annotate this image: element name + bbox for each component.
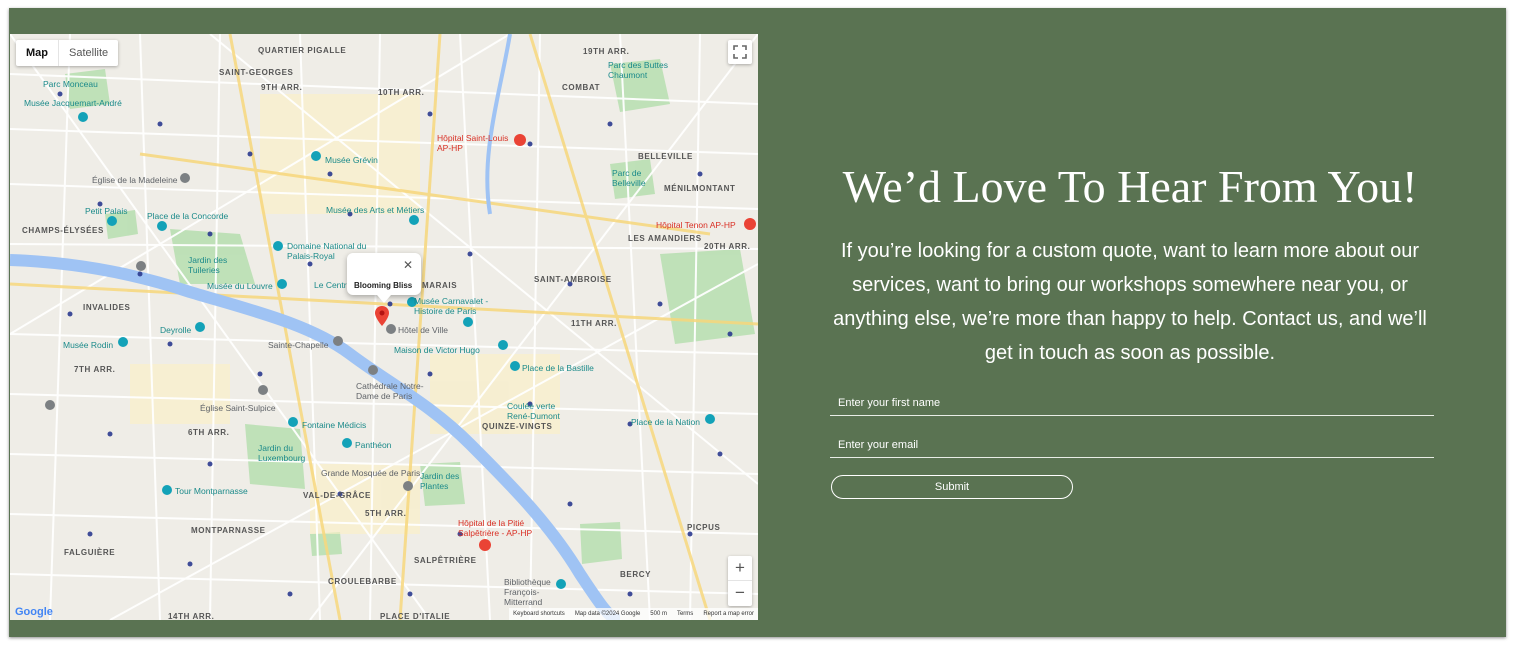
- map-tiles[interactable]: [10, 34, 758, 620]
- map-district-label: CROULEBARBE: [328, 577, 397, 586]
- terms-link[interactable]: Terms: [677, 611, 693, 617]
- fullscreen-icon: [733, 45, 747, 59]
- info-window-title: Blooming Bliss: [354, 281, 413, 290]
- map-district-label: 9TH ARR.: [261, 83, 303, 92]
- map-district-label: PICPUS: [687, 523, 721, 532]
- zoom-in-button[interactable]: +: [728, 556, 752, 581]
- zoom-out-button[interactable]: −: [728, 581, 752, 606]
- map-district-label: QUARTIER PIGALLE: [258, 46, 347, 55]
- map-district-label: 20TH ARR.: [704, 242, 751, 251]
- map-poi-label: Grande Mosquée de Paris: [321, 468, 421, 478]
- keyboard-shortcuts-link[interactable]: Keyboard shortcuts: [513, 611, 565, 617]
- map-district-label: INVALIDES: [83, 303, 131, 312]
- map-type-control: Map Satellite: [16, 40, 119, 66]
- map-poi-label: Musée Carnavalet - Histoire de Paris: [414, 296, 489, 316]
- location-pin-icon[interactable]: [375, 306, 389, 326]
- map-poi-label: Hôtel de Ville: [398, 325, 448, 335]
- map-poi-label: Deyrolle: [160, 325, 192, 335]
- map-district-label: QUINZE-VINGTS: [482, 422, 553, 431]
- close-icon[interactable]: ✕: [403, 258, 413, 272]
- map-poi-label: Parc de Belleville: [612, 168, 646, 188]
- map-district-label: COMBAT: [562, 83, 601, 92]
- scale-bar[interactable]: 500 m: [650, 611, 667, 617]
- map-poi-label: Place de la Nation: [631, 417, 700, 427]
- page-title: We’d Love To Hear From You!: [842, 161, 1418, 212]
- email-field[interactable]: [830, 434, 1434, 456]
- map-poi-label: Petit Palais: [85, 206, 128, 216]
- intro-line: get in touch as soon as possible.: [984, 342, 1276, 364]
- map-type-satellite-tab[interactable]: Satellite: [59, 40, 118, 66]
- map-hospital-label: Hôpital Tenon AP-HP: [656, 220, 736, 230]
- zoom-control: + −: [728, 556, 752, 606]
- submit-button[interactable]: Submit: [831, 475, 1073, 499]
- map-poi-label: Église Saint-Sulpice: [200, 403, 276, 413]
- map-hospital-label: Hôpital Saint-Louis AP-HP: [437, 133, 509, 153]
- map-district-label: MÉNILMONTANT: [664, 184, 736, 193]
- map-district-label: CHAMPS-ÉLYSÉES: [22, 226, 104, 235]
- first-name-field[interactable]: [830, 392, 1434, 414]
- map-poi-label: Musée du Louvre: [207, 281, 273, 291]
- map-district-label: PLACE D'ITALIE: [380, 612, 451, 620]
- map-district-label: BERCY: [620, 570, 652, 579]
- report-error-link[interactable]: Report a map error: [703, 611, 754, 617]
- map-poi-label: Musée des Arts et Métiers: [326, 205, 425, 215]
- map-district-label: BELLEVILLE: [638, 152, 693, 161]
- intro-text: If you’re looking for a custom quote, wa…: [820, 234, 1440, 370]
- map-poi-label: Maison de Victor Hugo: [394, 345, 480, 355]
- map-poi-label: Cathédrale Notre-Dame de Paris: [356, 381, 424, 401]
- intro-line: anything else, we’re more than happy to …: [833, 308, 1427, 330]
- map-poi-label: Parc des Buttes Chaumont: [608, 60, 669, 80]
- map-poi-label: Panthéon: [355, 440, 392, 450]
- map-district-label: SAINT-GEORGES: [219, 68, 294, 77]
- map-poi-label: Coulée verte René-Dumont: [507, 401, 560, 421]
- map-hospital-label: Hôpital de la Pitié Salpêtrière - AP-HP: [458, 518, 533, 538]
- map-district-label: 19TH ARR.: [583, 47, 630, 56]
- map-district-label: 6TH ARR.: [188, 428, 230, 437]
- map-poi-label: Tour Montparnasse: [175, 486, 248, 496]
- map-poi-label: Sainte-Chapelle: [268, 340, 329, 350]
- map-district-label: 10TH ARR.: [378, 88, 425, 97]
- google-map[interactable]: QUARTIER PIGALLE 19TH ARR. SAINT-GEORGES…: [10, 34, 758, 620]
- map-poi-label: Jardin des Plantes: [420, 471, 460, 491]
- map-attribution: Keyboard shortcuts Map data ©2024 Google…: [509, 608, 758, 620]
- map-info-window: ✕ Blooming Bliss: [347, 253, 421, 303]
- map-district-label: 11TH ARR.: [571, 319, 618, 328]
- map-district-label: FALGUIÈRE: [64, 548, 116, 557]
- map-poi-label: Musée Rodin: [63, 340, 114, 350]
- map-poi-label: Église de la Madeleine: [92, 175, 178, 185]
- map-district-label: VAL-DE-GRÂCE: [303, 491, 371, 500]
- map-poi-label: Bibliothèque François-Mitterrand: [504, 577, 551, 607]
- map-district-label: SALPÊTRIÈRE: [414, 556, 477, 565]
- map-data-text: Map data ©2024 Google: [574, 611, 641, 617]
- map-district-label: MONTPARNASSE: [191, 526, 266, 535]
- first-name-field-wrapper: [830, 392, 1434, 416]
- map-poi-label: Jardin des Tuileries: [188, 255, 228, 275]
- map-district-label: 7TH ARR.: [74, 365, 116, 374]
- map-district-label: 5TH ARR.: [365, 509, 407, 518]
- map-poi-label: Fontaine Médicis: [302, 420, 367, 430]
- intro-line: services, want to bring our workshops so…: [852, 274, 1408, 296]
- map-district-label: LES AMANDIERS: [628, 234, 702, 243]
- map-poi-label: Musée Grévin: [325, 155, 378, 165]
- email-field-wrapper: [830, 434, 1434, 458]
- map-poi-label: Parc Monceau: [43, 79, 98, 89]
- map-poi-label: Place de la Bastille: [522, 363, 594, 373]
- map-type-map-tab[interactable]: Map: [16, 40, 59, 66]
- map-district-label: 14TH ARR.: [168, 612, 215, 620]
- fullscreen-button[interactable]: [728, 40, 752, 64]
- map-poi-label: Musée Jacquemart-André: [24, 98, 122, 108]
- map-district-label: MARAIS: [422, 281, 458, 290]
- map-district-label: SAINT-AMBROISE: [534, 275, 612, 284]
- map-poi-label: Place de la Concorde: [147, 211, 229, 221]
- google-logo: Google: [15, 606, 53, 618]
- map-poi-label: Jardin du Luxembourg: [258, 443, 306, 463]
- intro-line: If you’re looking for a custom quote, wa…: [840, 240, 1420, 262]
